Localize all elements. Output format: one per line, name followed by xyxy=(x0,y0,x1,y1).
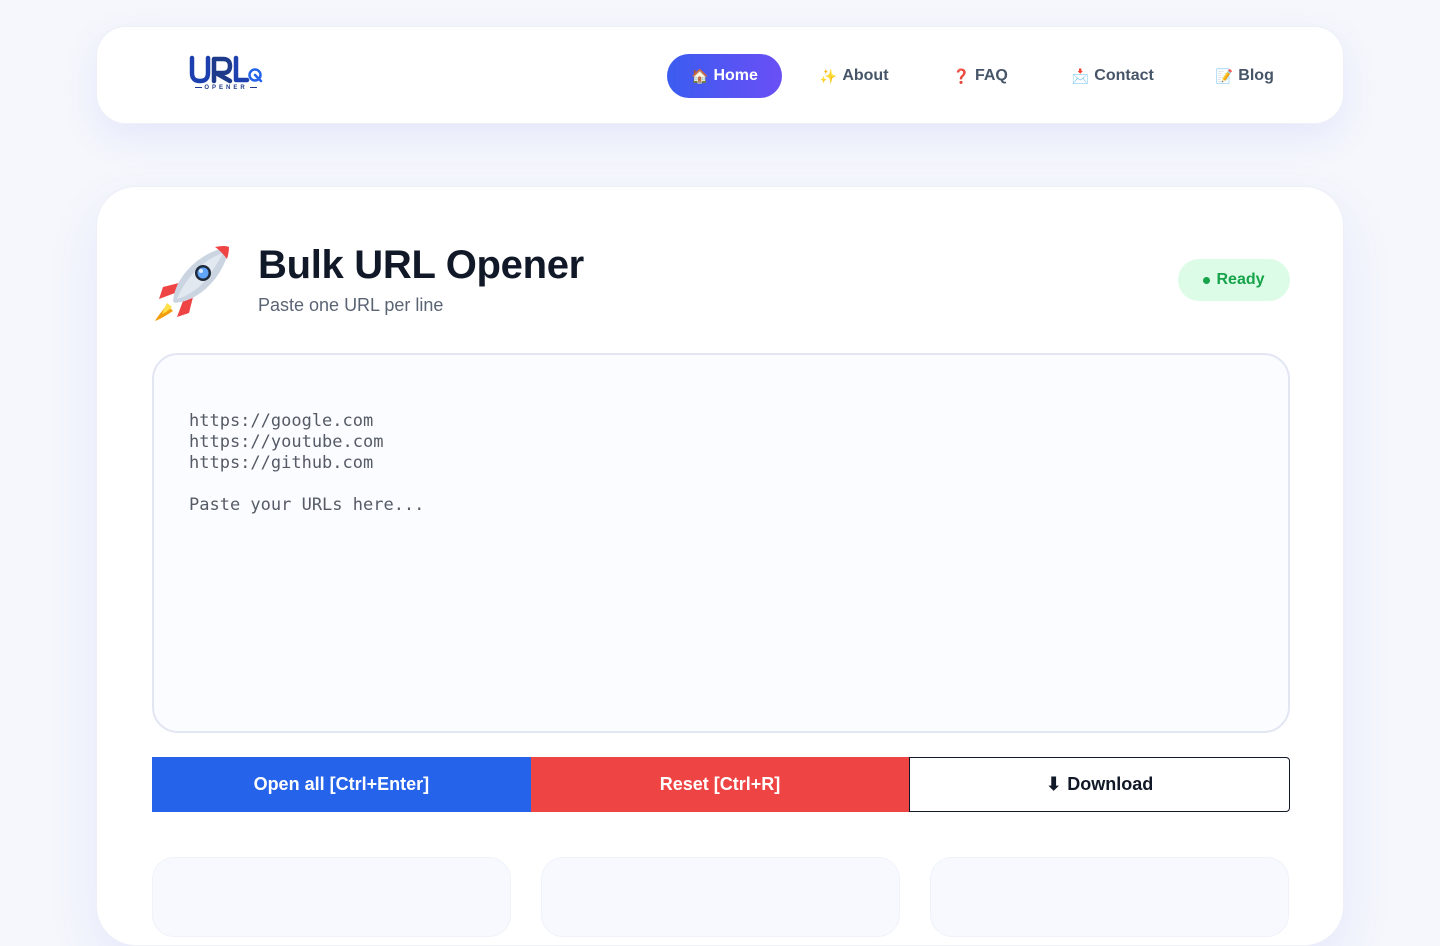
nav-link-about[interactable]: ✨ About xyxy=(796,54,913,98)
download-icon: ⬇ xyxy=(1046,774,1062,794)
reset-button[interactable]: Reset [Ctrl+R] xyxy=(530,757,910,812)
nav-links: 🏠 Home ✨ About ❓ FAQ 📩 Contact 📝 Blog xyxy=(667,54,1298,98)
feature-tile xyxy=(541,857,900,937)
nav-link-contact[interactable]: 📩 Contact xyxy=(1048,54,1178,98)
memo-icon: 📝 xyxy=(1215,68,1234,84)
sparkles-icon: ✨ xyxy=(819,68,838,84)
page-title: Bulk URL Opener xyxy=(258,243,584,287)
open-all-button[interactable]: Open all [Ctrl+Enter] xyxy=(152,757,531,812)
url-input[interactable] xyxy=(152,353,1290,733)
status-dot-icon xyxy=(1203,276,1211,284)
download-button[interactable]: ⬇ Download xyxy=(909,757,1291,812)
nav-link-blog[interactable]: 📝 Blog xyxy=(1192,54,1298,98)
inbox-icon: 📩 xyxy=(1071,68,1090,84)
question-mark-icon: ❓ xyxy=(952,68,970,84)
nav-link-faq[interactable]: ❓ FAQ xyxy=(929,54,1032,98)
status-text: Ready xyxy=(1216,271,1265,288)
rocket-icon xyxy=(153,243,233,323)
top-navbar: OPENER 🏠 Home ✨ About ❓ FAQ 📩 Contact 📝 … xyxy=(96,26,1344,124)
action-buttons: Open all [Ctrl+Enter] Reset [Ctrl+R] ⬇ D… xyxy=(152,757,1291,812)
nav-link-label: FAQ xyxy=(974,67,1008,84)
home-icon: 🏠 xyxy=(691,68,709,84)
page-subtitle: Paste one URL per line xyxy=(258,295,444,315)
nav-link-label: Contact xyxy=(1094,67,1154,84)
logo-subtext: OPENER xyxy=(189,85,263,91)
nav-link-label: About xyxy=(842,67,889,84)
download-button-label: Download xyxy=(1067,774,1154,794)
feature-tiles xyxy=(152,857,1290,937)
site-logo[interactable]: OPENER xyxy=(189,55,269,95)
url-logo-icon xyxy=(189,55,263,84)
nav-link-label: Home xyxy=(713,67,758,84)
nav-link-home[interactable]: 🏠 Home xyxy=(667,54,782,98)
status-badge: Ready xyxy=(1178,259,1290,301)
feature-tile xyxy=(152,857,511,937)
nav-link-label: Blog xyxy=(1238,67,1274,84)
bulk-opener-card: Bulk URL Opener Paste one URL per line R… xyxy=(96,186,1344,946)
feature-tile xyxy=(930,857,1289,937)
